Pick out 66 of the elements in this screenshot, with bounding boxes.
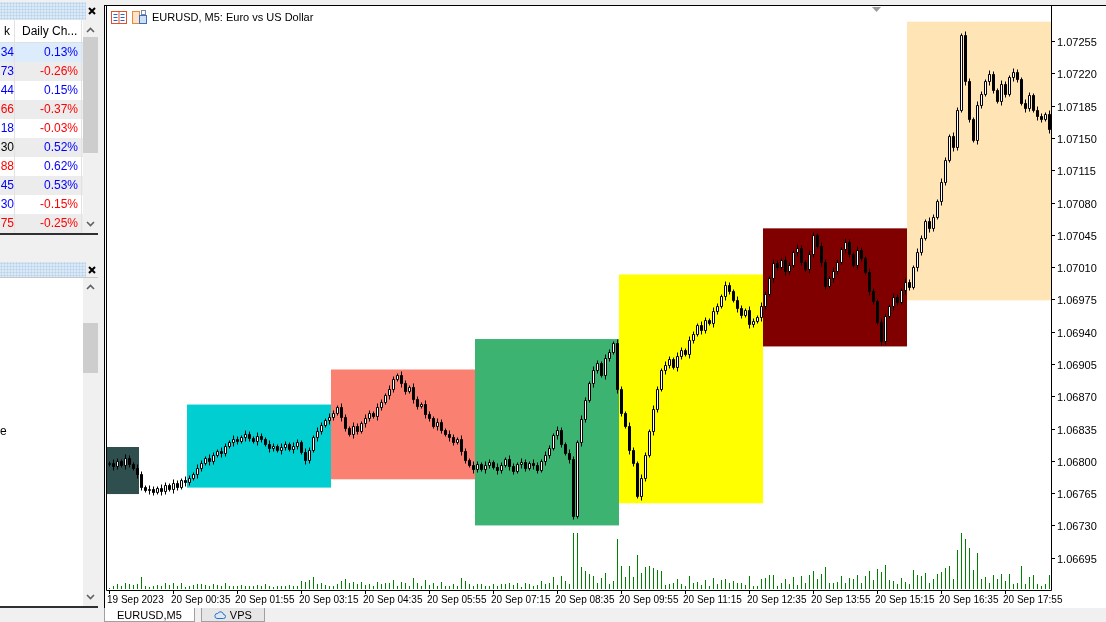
time-label: 20 Sep 01:55	[235, 594, 295, 605]
price-label: 1.07255	[1057, 35, 1097, 48]
time-label: 20 Sep 09:55	[619, 594, 679, 605]
price-label: 1.07150	[1057, 132, 1097, 145]
time-label: 20 Sep 17:55	[1003, 594, 1063, 605]
table-icon[interactable]	[111, 10, 127, 24]
table-cell: 73	[0, 62, 15, 81]
time-label: 20 Sep 04:35	[363, 594, 423, 605]
scrollbar[interactable]	[83, 278, 98, 606]
close-icon	[88, 265, 96, 274]
table-row[interactable]: 45 0.53%	[0, 176, 83, 195]
price-label: 1.06695	[1057, 552, 1097, 565]
price-label: 1.07220	[1057, 67, 1097, 80]
cloud-icon	[213, 610, 226, 619]
table-row[interactable]: 73 -0.26%	[0, 62, 83, 81]
table-cell: 45	[0, 176, 15, 195]
time-label: 20 Sep 15:15	[875, 594, 935, 605]
time-label: 19 Sep 2023	[107, 594, 164, 605]
price-label: 1.07115	[1057, 164, 1096, 177]
table-cell: -0.26%	[15, 62, 82, 81]
price-label: 1.07185	[1057, 100, 1097, 113]
chart-tab[interactable]: EURUSD,M5	[104, 608, 195, 622]
time-label: 20 Sep 16:35	[939, 594, 999, 605]
time-label: 20 Sep 08:35	[555, 594, 615, 605]
price-label: 1.06765	[1057, 487, 1097, 500]
table-cell: -0.37%	[15, 100, 82, 119]
table-cell: 75	[0, 214, 15, 233]
chevron-down-icon[interactable]	[86, 221, 95, 227]
time-label: 20 Sep 12:35	[747, 594, 807, 605]
time-label: 20 Sep 00:35	[171, 594, 231, 605]
column-header[interactable]: Daily Ch...	[15, 20, 82, 42]
price-label: 1.06870	[1057, 390, 1097, 403]
price-label: 1.06975	[1057, 293, 1097, 306]
time-label: 20 Sep 03:15	[299, 594, 359, 605]
chart-tab[interactable]: VPS	[200, 608, 265, 622]
tree-item-label[interactable]: e	[0, 424, 7, 438]
table-row[interactable]: 30 0.52%	[0, 138, 83, 157]
chevron-up-icon[interactable]	[86, 27, 95, 33]
scrollbar-thumb[interactable]	[83, 37, 98, 153]
time-label: 20 Sep 07:15	[491, 594, 551, 605]
close-icon	[88, 7, 96, 15]
time-label: 20 Sep 11:15	[683, 594, 742, 605]
price-label: 1.06905	[1057, 358, 1097, 371]
table-cell: 0.52%	[15, 138, 82, 157]
table-row[interactable]: 34 0.13%	[0, 43, 83, 62]
chevron-down-icon[interactable]	[86, 594, 95, 600]
window-icon[interactable]	[132, 10, 147, 24]
time-label: 20 Sep 05:55	[427, 594, 487, 605]
price-label: 1.06940	[1057, 326, 1097, 339]
price-label: 1.06800	[1057, 455, 1097, 468]
price-label: 1.07080	[1057, 197, 1097, 210]
price-label: 1.06730	[1057, 519, 1097, 532]
table-cell: 0.53%	[15, 176, 82, 195]
scrollbar[interactable]	[83, 20, 98, 233]
time-label: 20 Sep 13:55	[811, 594, 871, 605]
price-label: 1.07045	[1057, 229, 1097, 242]
table-cell: 66	[0, 100, 15, 119]
table-cell: -0.25%	[15, 214, 82, 233]
scrollbar-thumb[interactable]	[83, 323, 98, 373]
chevron-up-icon[interactable]	[86, 284, 95, 290]
column-header[interactable]: k	[0, 20, 15, 42]
price-label: 1.07010	[1057, 261, 1097, 274]
price-label: 1.06835	[1057, 423, 1097, 436]
table-cell: 30	[0, 138, 15, 157]
chart-title: EURUSD, M5: Euro vs US Dollar	[152, 10, 314, 24]
triangle-marker-icon[interactable]	[872, 7, 881, 12]
